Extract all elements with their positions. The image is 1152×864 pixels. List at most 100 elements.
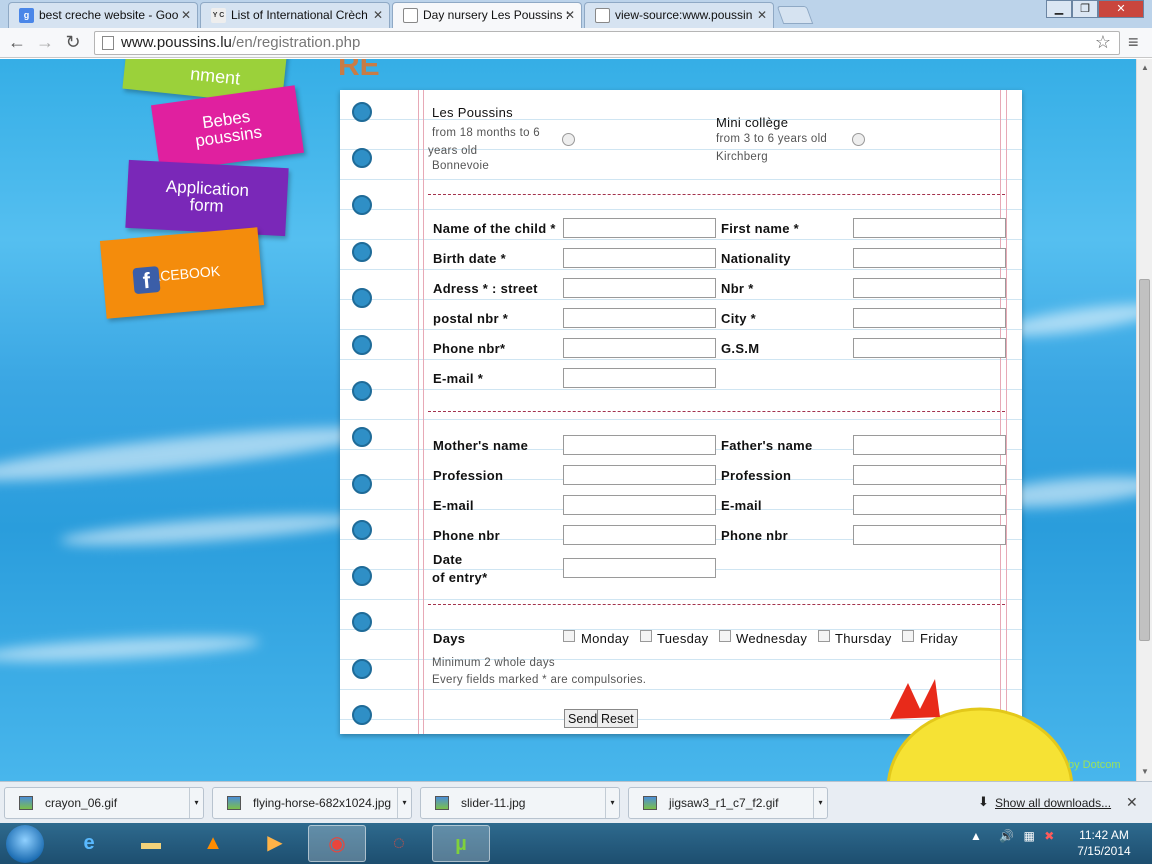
label-mother-email: E-mail [433, 498, 474, 513]
back-icon[interactable]: ← [6, 32, 28, 54]
show-hidden-icons-icon[interactable]: ▲ [970, 829, 982, 843]
volume-icon[interactable]: 🔊 [999, 829, 1014, 843]
background-streak [0, 631, 261, 667]
vlc-icon[interactable]: ▲ [184, 825, 242, 862]
tab-label: best creche website - Goo [39, 8, 179, 22]
date-of-entry-input[interactable] [563, 558, 716, 578]
postal-input[interactable] [563, 308, 716, 328]
site-credit[interactable]: by Dotcom [1068, 759, 1121, 771]
spiral-ring [352, 381, 372, 401]
tab-view-source[interactable]: view-source:www.poussin ✕ [584, 2, 774, 28]
new-tab-button[interactable] [776, 6, 814, 24]
child-name-input[interactable] [563, 218, 716, 238]
father-name-input[interactable] [853, 435, 1006, 455]
street-input[interactable] [563, 278, 716, 298]
radio-mini-college[interactable] [852, 133, 865, 146]
page-scrollbar[interactable]: ▲ ▼ [1136, 59, 1152, 781]
chrome-icon[interactable]: ◉ [308, 825, 366, 862]
nationality-input[interactable] [853, 248, 1006, 268]
sync-app-icon[interactable]: ◌ [370, 825, 428, 862]
tab-registration[interactable]: Day nursery Les Poussins : ✕ [392, 2, 582, 29]
chevron-down-icon[interactable]: ▾ [813, 788, 827, 818]
checkbox-tuesday[interactable] [640, 630, 652, 642]
send-button[interactable]: Send [564, 709, 602, 728]
nav-tag-label: Application form [165, 176, 250, 216]
download-item[interactable]: jigsaw3_r1_c7_f2.gif ▾ [628, 787, 828, 819]
nav-tag-application-form[interactable]: Application form [125, 159, 289, 237]
file-explorer-icon[interactable]: ▬ [122, 825, 180, 862]
first-name-input[interactable] [853, 218, 1006, 238]
start-button[interactable] [6, 825, 44, 863]
browser-toolbar: ← → ↻ www.poussins.lu/en/registration.ph… [0, 28, 1152, 58]
nursery-location: Bonnevoie [432, 160, 490, 172]
gsm-input[interactable] [853, 338, 1006, 358]
email-input[interactable] [563, 368, 716, 388]
checkbox-friday[interactable] [902, 630, 914, 642]
google-icon: g [19, 8, 34, 23]
spiral-ring [352, 474, 372, 494]
reload-icon[interactable]: ↻ [62, 32, 84, 54]
close-icon[interactable]: ✕ [1126, 794, 1138, 811]
section-divider [428, 194, 1005, 195]
day-label-thursday: Thursday [835, 631, 892, 646]
download-item[interactable]: slider-11.jpg ▾ [420, 787, 620, 819]
system-tray[interactable]: ▲ 🔊 ▦ ✖ [970, 829, 1054, 843]
chevron-down-icon[interactable]: ▾ [605, 788, 619, 818]
download-item[interactable]: crayon_06.gif ▾ [4, 787, 204, 819]
utorrent-icon[interactable]: µ [432, 825, 490, 862]
father-email-input[interactable] [853, 495, 1006, 515]
mother-profession-input[interactable] [563, 465, 716, 485]
minimize-icon[interactable]: ▁ [1046, 0, 1072, 18]
chevron-down-icon[interactable]: ▾ [189, 788, 203, 818]
tab-creche-list[interactable]: Y C List of International Crèch ✕ [200, 2, 390, 28]
nursery-name-mini-college: Mini collège [716, 115, 789, 130]
internet-explorer-icon[interactable]: e [60, 825, 118, 862]
day-label-friday: Friday [920, 631, 958, 646]
tab-google-search[interactable]: g best creche website - Goo ✕ [8, 2, 198, 28]
battery-warning-icon[interactable]: ✖ [1044, 829, 1054, 843]
nav-tag-bebes-poussins[interactable]: Bebes poussins [150, 85, 305, 173]
birth-date-input[interactable] [563, 248, 716, 268]
label-mother-profession: Profession [433, 468, 504, 483]
scroll-thumb[interactable] [1139, 279, 1150, 641]
menu-icon[interactable]: ≡ [1128, 33, 1144, 51]
show-all-downloads-link[interactable]: Show all downloads... [995, 796, 1111, 810]
image-file-icon [435, 796, 449, 810]
checkbox-wednesday[interactable] [719, 630, 731, 642]
reset-button[interactable]: Reset [597, 709, 638, 728]
radio-les-poussins[interactable] [562, 133, 575, 146]
network-icon[interactable]: ▦ [1024, 829, 1035, 843]
close-window-icon[interactable]: ✕ [1098, 0, 1144, 18]
address-bar[interactable]: www.poussins.lu/en/registration.php ☆ [94, 31, 1120, 55]
phone-input[interactable] [563, 338, 716, 358]
nav-tag-facebook[interactable]: f FACEBOOK [99, 227, 265, 319]
chevron-down-icon[interactable]: ▾ [397, 788, 411, 818]
house-number-input[interactable] [853, 278, 1006, 298]
father-phone-input[interactable] [853, 525, 1006, 545]
maximize-icon[interactable]: ❐ [1072, 0, 1098, 18]
facebook-icon: f [132, 266, 161, 295]
father-profession-input[interactable] [853, 465, 1006, 485]
checkbox-thursday[interactable] [818, 630, 830, 642]
label-email: E-mail * [433, 371, 484, 386]
forward-icon[interactable]: → [34, 32, 56, 54]
mother-name-input[interactable] [563, 435, 716, 455]
scroll-down-icon[interactable]: ▼ [1141, 767, 1149, 776]
checkbox-monday[interactable] [563, 630, 575, 642]
nursery-name-les-poussins: Les Poussins [432, 105, 513, 120]
city-input[interactable] [853, 308, 1006, 328]
mother-phone-input[interactable] [563, 525, 716, 545]
scroll-up-icon[interactable]: ▲ [1141, 63, 1149, 72]
tab-close-icon[interactable]: ✕ [565, 8, 575, 22]
download-item[interactable]: flying-horse-682x1024.jpg ▾ [212, 787, 412, 819]
tab-close-icon[interactable]: ✕ [373, 8, 383, 22]
tab-close-icon[interactable]: ✕ [757, 8, 767, 22]
registration-sheet: Les Poussins from 18 months to 6 years o… [340, 90, 1022, 734]
bookmark-star-icon[interactable]: ☆ [1095, 31, 1111, 53]
tab-close-icon[interactable]: ✕ [181, 8, 191, 22]
media-player-icon[interactable]: ▶ [246, 825, 304, 862]
mother-email-input[interactable] [563, 495, 716, 515]
system-clock[interactable]: 11:42 AM 7/15/2014 [1064, 827, 1144, 859]
label-father-profession: Profession [721, 468, 792, 483]
spiral-ring [352, 335, 372, 355]
